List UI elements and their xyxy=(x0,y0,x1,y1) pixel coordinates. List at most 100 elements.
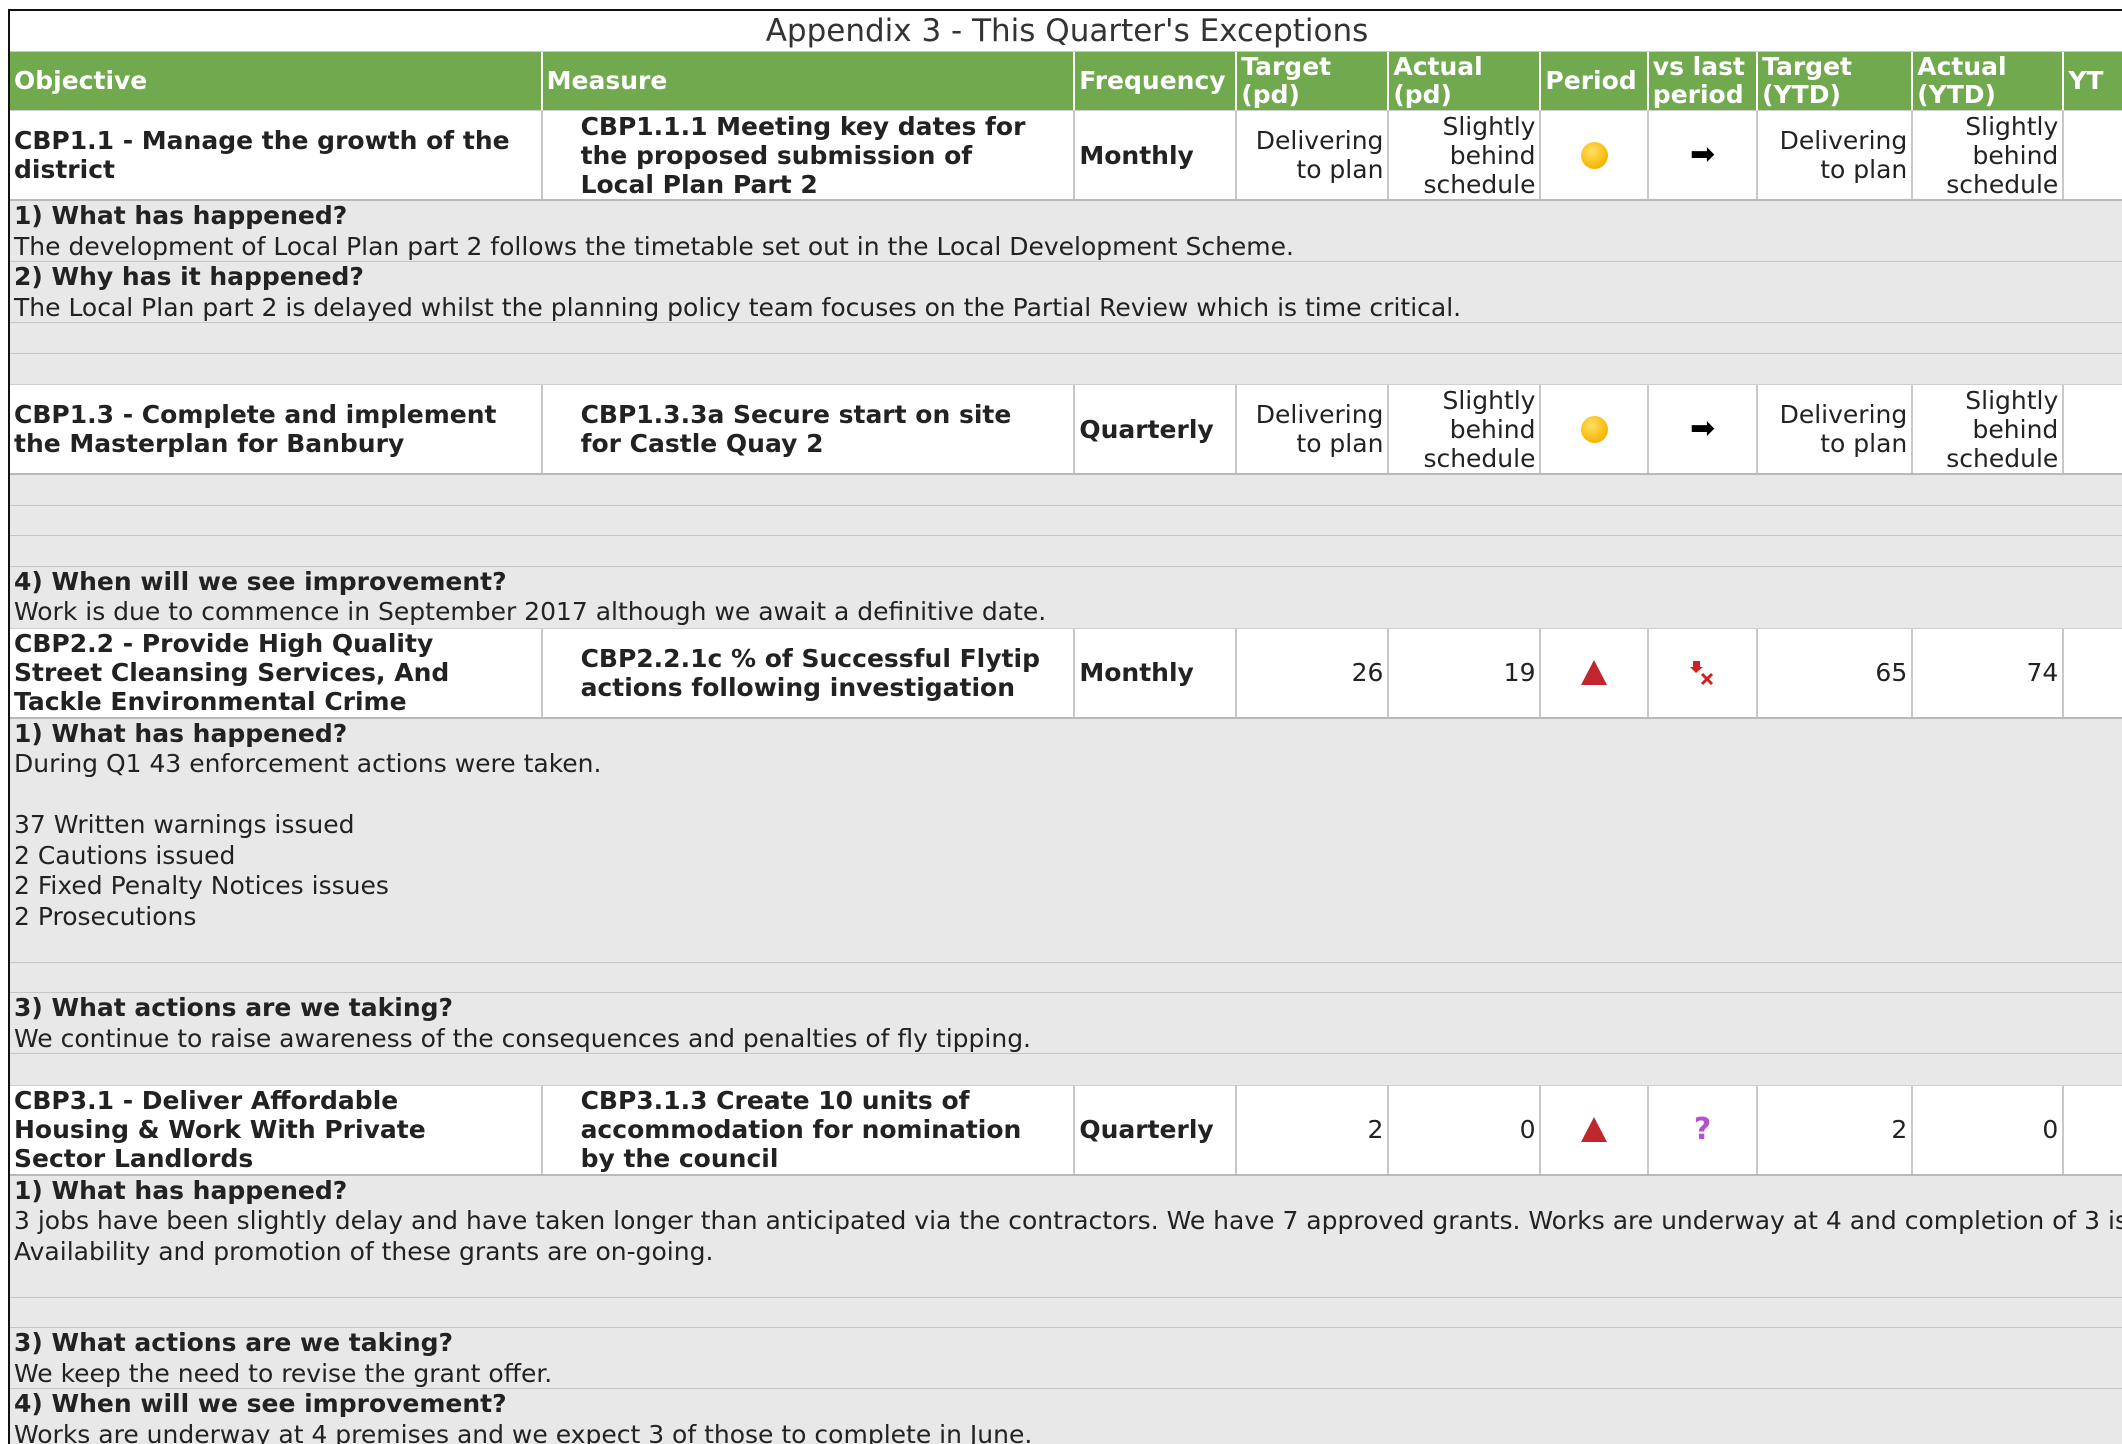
target-pd-cell-line: Delivering xyxy=(1256,400,1384,429)
commentary-question: 1) What has happened? xyxy=(10,1176,2122,1207)
table-header: Objective Measure Frequency Target (pd) … xyxy=(10,52,2122,110)
actual-pd-cell: Slightlybehindschedule xyxy=(1389,385,1541,473)
actual-pd-cell-line: behind xyxy=(1423,415,1535,444)
header-target-ytd[interactable]: Target (YTD) xyxy=(1758,52,1913,110)
commentary-text: The development of Local Plan part 2 fol… xyxy=(10,232,2122,263)
commentary-text: We continue to raise awareness of the co… xyxy=(10,1024,2122,1055)
actual-ytd-cell: Slightlybehindschedule xyxy=(1913,111,2064,199)
question-mark-icon: ? xyxy=(1694,1115,1711,1144)
actual-pd-cell-line: 19 xyxy=(1504,658,1536,687)
frequency-cell: Quarterly xyxy=(1075,1086,1237,1174)
target-pd-cell-text: Deliveringto plan xyxy=(1256,126,1384,184)
measure-cell-line: Local Plan Part 2 xyxy=(581,170,1026,199)
target-ytd-cell-line: 65 xyxy=(1875,658,1907,687)
actual-pd-cell-line: schedule xyxy=(1423,170,1535,199)
measure-cell-line: actions following investigation xyxy=(581,673,1040,702)
commentary-text: Work is due to commence in September 201… xyxy=(10,597,2122,628)
objective-cell: CBP1.3 - Complete and implementthe Maste… xyxy=(10,385,543,473)
header-actual-ytd[interactable]: Actual (YTD) xyxy=(1913,52,2064,110)
exception-row[interactable]: CBP1.3 - Complete and implementthe Maste… xyxy=(10,384,2122,475)
header-target-pd-line1: Target xyxy=(1241,53,1383,81)
measure-cell: CBP2.2.1c % of Successful Flytipactions … xyxy=(543,629,1076,717)
commentary-text xyxy=(10,323,2122,354)
amber-circle-icon xyxy=(1581,416,1608,443)
target-pd-cell: 26 xyxy=(1237,629,1389,717)
target-pd-cell: Deliveringto plan xyxy=(1237,111,1389,199)
commentary-text xyxy=(10,963,2122,994)
exception-row[interactable]: CBP1.1 - Manage the growth of thedistric… xyxy=(10,110,2122,201)
header-actual-pd[interactable]: Actual (pd) xyxy=(1389,52,1541,110)
objective-cell-text: CBP3.1 - Deliver AffordableHousing & Wor… xyxy=(14,1086,426,1173)
measure-cell-line: the proposed submission of xyxy=(581,141,1026,170)
commentary-block: 1) What has happened?3 jobs have been sl… xyxy=(10,1176,2122,1444)
header-measure[interactable]: Measure xyxy=(543,52,1076,110)
commentary-text xyxy=(10,536,2122,567)
target-pd-cell: 2 xyxy=(1237,1086,1389,1174)
ytd-cell xyxy=(2064,385,2122,473)
commentary-question: 3) What actions are we taking? xyxy=(10,1328,2122,1359)
measure-cell-line: for Castle Quay 2 xyxy=(581,429,1012,458)
measure-cell-line: accommodation for nomination xyxy=(581,1115,1022,1144)
actual-pd-cell-line: 0 xyxy=(1520,1115,1536,1144)
actual-pd-cell: 0 xyxy=(1389,1086,1541,1174)
actual-ytd-cell: Slightlybehindschedule xyxy=(1913,385,2064,473)
exception-row[interactable]: CBP2.2 - Provide High QualityStreet Clea… xyxy=(10,628,2122,719)
header-period[interactable]: Period xyxy=(1541,52,1648,110)
vs-last-period-cell xyxy=(1649,629,1758,717)
red-triangle-icon xyxy=(1581,660,1607,685)
commentary-text xyxy=(10,354,2122,385)
header-objective[interactable]: Objective xyxy=(10,52,543,110)
objective-cell-line: CBP1.3 - Complete and implement xyxy=(14,400,496,429)
header-target-pd-line2: (pd) xyxy=(1241,81,1383,109)
measure-cell-line: CBP2.2.1c % of Successful Flytip xyxy=(581,644,1040,673)
objective-cell: CBP2.2 - Provide High QualityStreet Clea… xyxy=(10,629,543,717)
objective-cell-line: district xyxy=(14,155,510,184)
commentary-text: Availability and promotion of these gran… xyxy=(10,1237,2122,1268)
objective-cell-line: Street Cleansing Services, And xyxy=(14,658,449,687)
commentary-question: 4) When will we see improvement? xyxy=(10,1389,2122,1420)
target-ytd-cell-text: 65 xyxy=(1875,658,1907,687)
commentary-text xyxy=(10,1298,2122,1329)
measure-cell-text: CBP1.1.1 Meeting key dates forthe propos… xyxy=(581,112,1026,199)
actual-pd-cell-line: schedule xyxy=(1423,444,1535,473)
target-ytd-cell-text: 2 xyxy=(1891,1115,1907,1144)
commentary-block: 1) What has happened?During Q1 43 enforc… xyxy=(10,719,2122,1085)
actual-pd-cell-text: 0 xyxy=(1520,1115,1536,1144)
objective-cell: CBP1.1 - Manage the growth of thedistric… xyxy=(10,111,543,199)
header-target-pd[interactable]: Target (pd) xyxy=(1237,52,1389,110)
commentary-block: 4) When will we see improvement?Work is … xyxy=(10,475,2122,628)
header-frequency[interactable]: Frequency xyxy=(1075,52,1237,110)
measure-cell: CBP1.3.3a Secure start on sitefor Castle… xyxy=(543,385,1076,473)
commentary-question: 1) What has happened? xyxy=(10,201,2122,232)
commentary-text: 3 jobs have been slightly delay and have… xyxy=(10,1206,2122,1237)
commentary-block: 1) What has happened?The development of … xyxy=(10,201,2122,384)
objective-cell-line: the Masterplan for Banbury xyxy=(14,429,496,458)
actual-ytd-cell-line: Slightly xyxy=(1946,386,2058,415)
measure-cell-text: CBP3.1.3 Create 10 units ofaccommodation… xyxy=(581,1086,1022,1173)
commentary-text: 2 Fixed Penalty Notices issues xyxy=(10,871,2122,902)
ytd-cell xyxy=(2064,629,2122,717)
target-ytd-cell-line: to plan xyxy=(1780,155,1908,184)
header-actual-ytd-line2: (YTD) xyxy=(1917,81,2058,109)
target-ytd-cell: 65 xyxy=(1758,629,1913,717)
commentary-question: 1) What has happened? xyxy=(10,719,2122,750)
target-pd-cell-line: 2 xyxy=(1368,1115,1384,1144)
header-actual-pd-line1: Actual xyxy=(1393,53,1535,81)
actual-ytd-cell-line: 0 xyxy=(2042,1115,2058,1144)
header-vs-last-period[interactable]: vs last period xyxy=(1649,52,1758,110)
actual-ytd-cell-text: 74 xyxy=(2027,658,2059,687)
actual-pd-cell-text: Slightlybehindschedule xyxy=(1423,386,1535,473)
header-vs-last-line2: period xyxy=(1653,81,1752,109)
actual-ytd-cell-text: Slightlybehindschedule xyxy=(1946,112,2058,199)
measure-cell: CBP1.1.1 Meeting key dates forthe propos… xyxy=(543,111,1076,199)
objective-cell-line: Tackle Environmental Crime xyxy=(14,687,449,716)
measure-cell-text: CBP2.2.1c % of Successful Flytipactions … xyxy=(581,644,1040,702)
exception-row[interactable]: CBP3.1 - Deliver AffordableHousing & Wor… xyxy=(10,1085,2122,1176)
header-ytd[interactable]: YT xyxy=(2064,52,2122,110)
commentary-text: Works are underway at 4 premises and we … xyxy=(10,1420,2122,1444)
header-actual-pd-line2: (pd) xyxy=(1393,81,1535,109)
actual-pd-cell-line: Slightly xyxy=(1423,386,1535,415)
header-target-ytd-line1: Target xyxy=(1762,53,1907,81)
actual-ytd-cell-line: Slightly xyxy=(1946,112,2058,141)
ytd-cell xyxy=(2064,111,2122,199)
